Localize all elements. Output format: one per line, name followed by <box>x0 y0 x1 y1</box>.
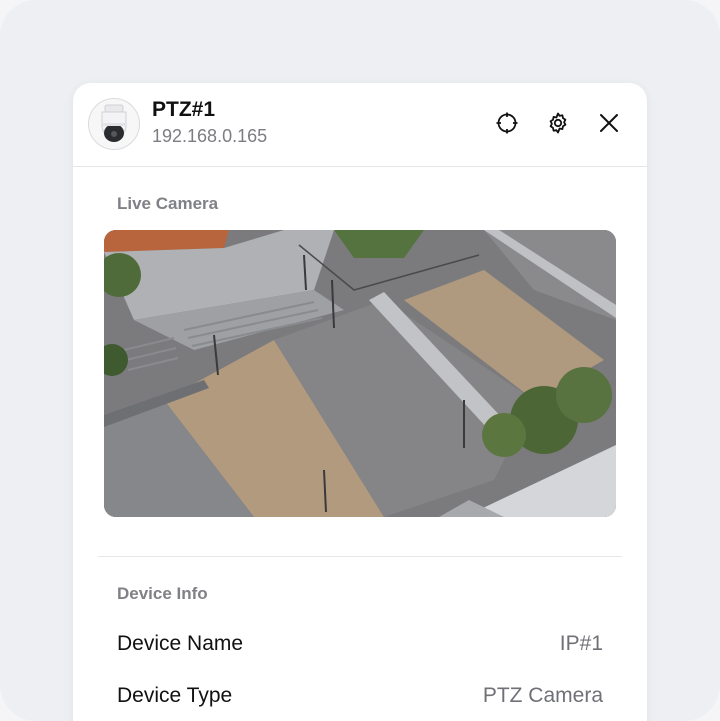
close-icon[interactable] <box>594 108 624 138</box>
camera-ip: 192.168.0.165 <box>152 126 268 146</box>
camera-feed-image <box>104 230 616 517</box>
gear-icon[interactable] <box>543 108 573 138</box>
device-info-label: Device Info <box>117 584 208 603</box>
panel-header: PTZ#1 192.168.0.165 <box>73 83 647 167</box>
camera-name: PTZ#1 <box>152 98 216 121</box>
camera-detail-panel: PTZ#1 192.168.0.165 Live Camera Device I… <box>73 83 647 721</box>
device-name-value: IP#1 <box>559 632 603 655</box>
crosshair-icon[interactable] <box>492 108 522 138</box>
device-type-key: Device Type <box>117 684 233 707</box>
section-divider <box>98 556 622 557</box>
ptz-camera-icon <box>101 104 127 142</box>
device-type-value: PTZ Camera <box>482 684 603 707</box>
device-info-row: Device Type PTZ Camera <box>117 684 603 714</box>
app-frame: PTZ#1 192.168.0.165 Live Camera Device I… <box>0 0 720 721</box>
camera-avatar <box>88 98 140 150</box>
live-camera-label: Live Camera <box>117 194 219 213</box>
device-info-row: Device Name IP#1 <box>117 632 603 662</box>
live-camera-feed[interactable] <box>104 230 616 517</box>
device-name-key: Device Name <box>117 632 244 655</box>
